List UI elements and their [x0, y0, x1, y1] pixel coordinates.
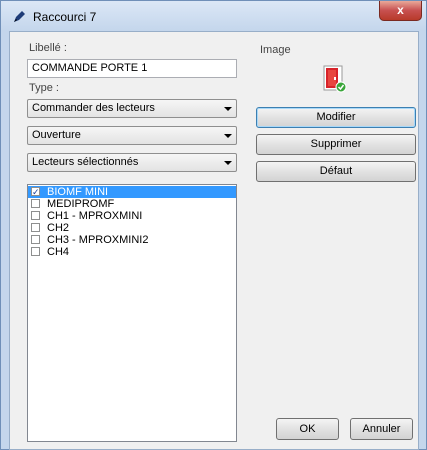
list-item-label: CH3 - MPROXMINI2 [47, 234, 149, 246]
chevron-down-icon [224, 107, 232, 111]
list-item-label: MEDIPROMF [47, 198, 115, 210]
close-button[interactable]: x [379, 1, 422, 21]
checkbox[interactable] [31, 199, 40, 208]
libelle-input[interactable]: COMMANDE PORTE 1 [27, 59, 237, 78]
list-item[interactable]: ✓ BIOMF MINI [28, 186, 236, 198]
checkbox[interactable] [31, 247, 40, 256]
readers-listbox[interactable]: ✓ BIOMF MINI MEDIPROMF CH1 - MPROXMINI CH2 CH… [27, 184, 237, 442]
ok-button[interactable]: OK [276, 418, 339, 440]
action-select-value: Ouverture [32, 129, 81, 141]
selection-select-value: Lecteurs sélectionnés [32, 156, 139, 168]
action-select[interactable]: Ouverture [27, 126, 237, 145]
list-item-label: BIOMF MINI [47, 186, 109, 198]
list-item[interactable]: CH3 - MPROXMINI2 [28, 234, 236, 246]
libelle-label: Libellé : [29, 42, 67, 54]
list-item[interactable]: CH2 [28, 222, 236, 234]
type-select[interactable]: Commander des lecteurs [27, 99, 237, 118]
list-item[interactable]: CH1 - MPROXMINI [28, 210, 236, 222]
checkbox[interactable] [31, 223, 40, 232]
default-button[interactable]: Défaut [256, 161, 416, 182]
image-label: Image [260, 44, 291, 56]
cancel-button[interactable]: Annuler [350, 418, 413, 440]
checkbox-checked[interactable]: ✓ [31, 187, 40, 197]
list-item-label: CH1 - MPROXMINI [47, 210, 143, 222]
title-bar[interactable]: Raccourci 7 x [1, 1, 426, 31]
delete-button[interactable]: Supprimer [256, 134, 416, 155]
type-label: Type : [29, 82, 59, 94]
chevron-down-icon [224, 134, 232, 138]
checkbox[interactable] [31, 235, 40, 244]
dialog-window: Raccourci 7 x Libellé : COMMANDE PORTE 1… [0, 0, 427, 450]
window-title: Raccourci 7 [33, 10, 97, 24]
chevron-down-icon [224, 161, 232, 165]
modify-button[interactable]: Modifier [256, 107, 416, 128]
checkbox[interactable] [31, 211, 40, 220]
type-select-value: Commander des lecteurs [32, 102, 155, 114]
list-item[interactable]: MEDIPROMF [28, 198, 236, 210]
list-item-label: CH2 [47, 222, 70, 234]
dialog-body: Libellé : COMMANDE PORTE 1 Type : Comman… [9, 31, 419, 450]
selection-select[interactable]: Lecteurs sélectionnés [27, 153, 237, 172]
list-item-label: CH4 [47, 246, 70, 258]
door-check-icon [323, 65, 347, 93]
pen-icon [14, 11, 25, 22]
list-item[interactable]: CH4 [28, 246, 236, 258]
